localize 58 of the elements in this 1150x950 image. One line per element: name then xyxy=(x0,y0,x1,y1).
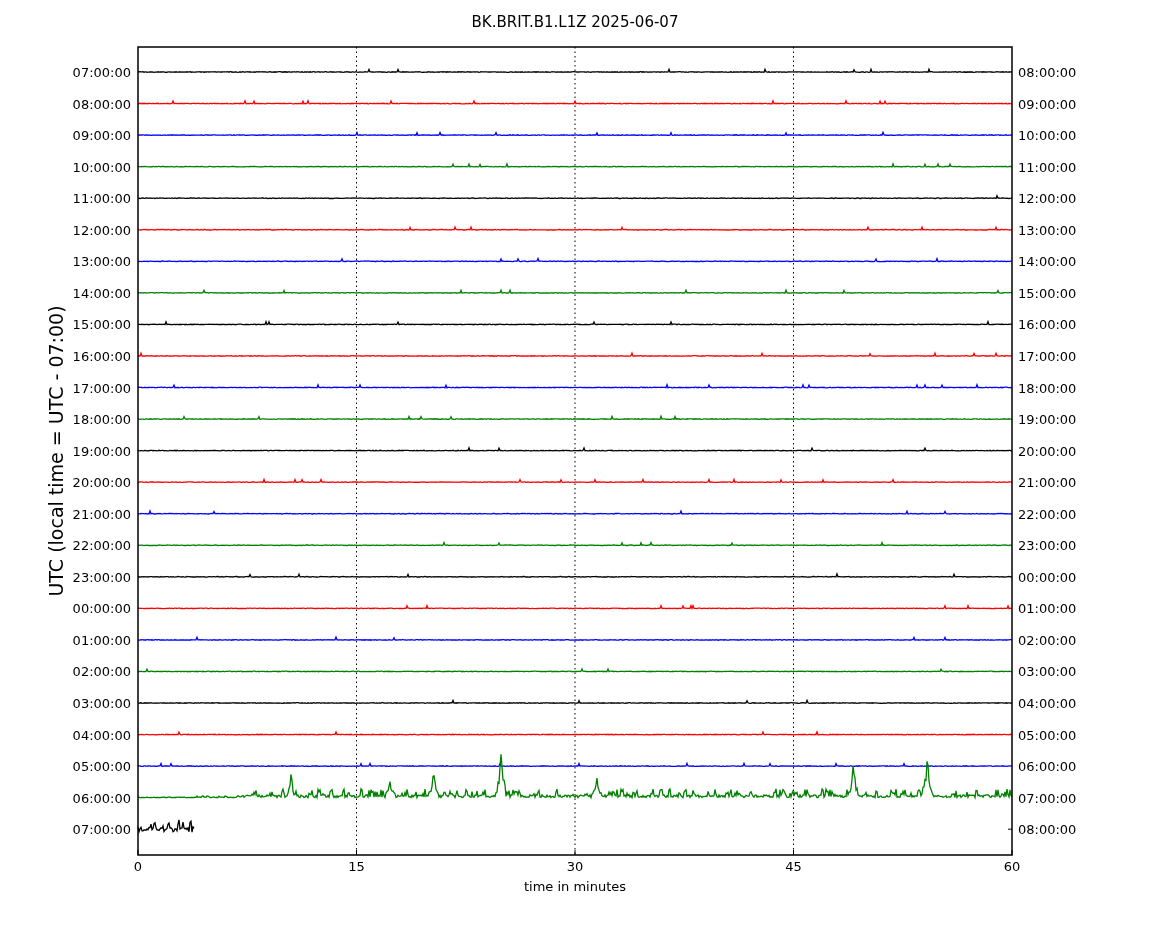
axis-label: UTC (local time = UTC - 07:00) xyxy=(45,305,67,597)
tick-label: 08:00:00 xyxy=(72,96,131,112)
tick-label: 08:00:00 xyxy=(1018,822,1077,838)
tick-label: 16:00:00 xyxy=(1018,317,1077,333)
tick-label: 02:00:00 xyxy=(72,664,131,680)
chart-title: BK.BRIT.B1.L1Z 2025-06-07 xyxy=(471,13,679,31)
tick-label: 13:00:00 xyxy=(72,254,131,270)
tick-label: 03:00:00 xyxy=(1018,664,1077,680)
tick-label: 45 xyxy=(785,859,802,874)
tick-label: 0 xyxy=(133,859,143,874)
tick-label: 07:00:00 xyxy=(72,822,131,838)
tick-label: 20:00:00 xyxy=(72,475,131,491)
tick-label: 19:00:00 xyxy=(72,443,131,459)
tick-label: 14:00:00 xyxy=(1018,254,1077,270)
tick-label: 16:00:00 xyxy=(72,348,131,364)
tick-label: 05:00:00 xyxy=(1018,727,1077,743)
tick-label: 02:00:00 xyxy=(1018,632,1077,648)
tick-label: 07:00:00 xyxy=(72,65,131,80)
tick-label: 18:00:00 xyxy=(72,412,131,428)
tick-label: 07:00:00 xyxy=(1018,790,1077,806)
tick-label: 15:00:00 xyxy=(1018,285,1077,301)
tick-label: 23:00:00 xyxy=(1018,538,1077,554)
tick-label: 23:00:00 xyxy=(72,569,131,585)
tick-label: 30 xyxy=(566,859,584,874)
tick-label: 19:00:00 xyxy=(1018,412,1077,428)
tick-label: 13:00:00 xyxy=(1018,222,1077,238)
tick-label: 22:00:00 xyxy=(72,538,131,554)
tick-label: 10:00:00 xyxy=(72,159,131,175)
tick-label: 12:00:00 xyxy=(72,222,131,238)
tick-label: 08:00:00 xyxy=(1018,65,1077,80)
tick-label: 01:00:00 xyxy=(1018,601,1077,617)
tick-label: 11:00:00 xyxy=(72,191,131,207)
tick-label: 17:00:00 xyxy=(1018,348,1077,364)
tick-label: 15 xyxy=(348,859,365,874)
tick-label: 11:00:00 xyxy=(1018,159,1077,175)
tick-label: 22:00:00 xyxy=(1018,506,1077,522)
tick-label: 10:00:00 xyxy=(1018,128,1077,144)
tick-label: 01:00:00 xyxy=(72,632,131,648)
tick-label: 15:00:00 xyxy=(72,317,131,333)
tick-label: 21:00:00 xyxy=(72,506,131,522)
tick-label: 21:00:00 xyxy=(1018,475,1077,491)
tick-label: 06:00:00 xyxy=(1018,759,1077,775)
tick-label: 14:00:00 xyxy=(72,285,131,301)
tick-label: 17:00:00 xyxy=(72,380,131,396)
tick-label: 04:00:00 xyxy=(72,727,131,743)
tick-label: 04:00:00 xyxy=(1018,696,1077,711)
tick-label: 09:00:00 xyxy=(1018,96,1077,112)
axis-label: time in minutes xyxy=(523,879,627,894)
tick-label: 60 xyxy=(1003,859,1021,874)
tick-label: 00:00:00 xyxy=(1018,569,1077,585)
tick-label: 12:00:00 xyxy=(1018,191,1077,207)
tick-label: 20:00:00 xyxy=(1018,443,1077,459)
tick-label: 00:00:00 xyxy=(72,601,131,617)
tick-label: 05:00:00 xyxy=(72,759,131,775)
tick-label: 03:00:00 xyxy=(72,696,131,711)
tick-label: 06:00:00 xyxy=(72,790,131,806)
tick-label: 09:00:00 xyxy=(72,128,131,144)
tick-label: 18:00:00 xyxy=(1018,380,1077,396)
